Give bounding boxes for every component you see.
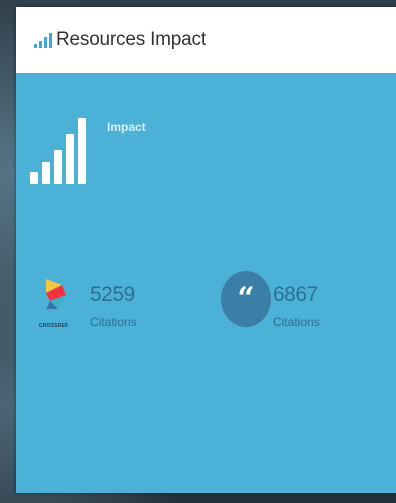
panel-header: Resources Impact: [16, 7, 396, 73]
impact-label: Impact: [107, 120, 146, 134]
panel-body: Impact CROSSREF 5259 Citations “ 6867 Ci…: [16, 73, 396, 493]
crossref-logo-text: CROSSREF: [39, 323, 69, 329]
crossref-citations-stat: CROSSREF 5259 Citations: [39, 271, 202, 341]
panel-title: Resources Impact: [56, 29, 206, 50]
quote-icon: “: [221, 271, 271, 327]
impact-signal-bars-icon: [28, 116, 88, 186]
quote-citation-count: 6867: [273, 283, 318, 306]
signal-bars-icon: [33, 31, 53, 49]
crossref-citation-count: 5259: [90, 283, 135, 306]
crossref-citation-caption: Citations: [90, 315, 137, 329]
quote-citation-caption: Citations: [273, 315, 320, 329]
quote-citations-stat: “ 6867 Citations: [221, 271, 381, 341]
crossref-logo-icon: [42, 275, 72, 317]
resources-impact-panel: Resources Impact Impact CROSSREF 5259 Ci…: [16, 7, 396, 493]
